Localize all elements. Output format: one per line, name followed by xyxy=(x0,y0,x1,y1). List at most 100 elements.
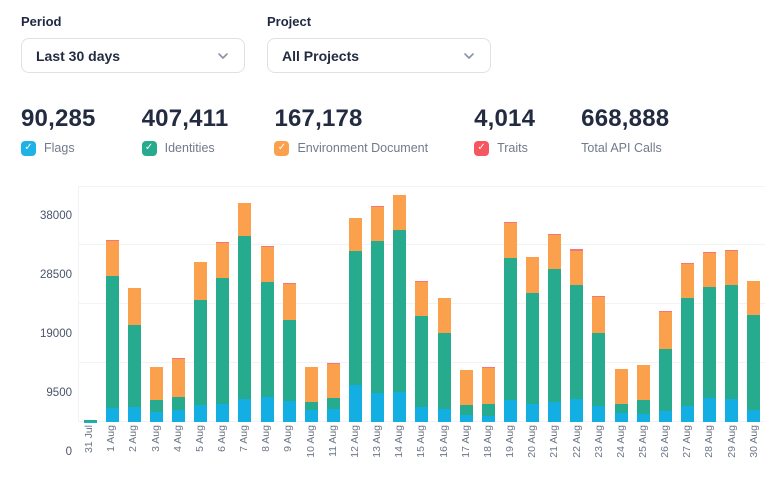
stacked-bar-2-aug[interactable] xyxy=(128,288,141,422)
segment-flags xyxy=(261,397,274,422)
bar-slot xyxy=(79,186,101,422)
y-tick-label: 28500 xyxy=(40,269,72,281)
segment-flags xyxy=(194,405,207,422)
segment-identities xyxy=(327,398,340,409)
stat-environment-document: 167,178 ✓ Environment Document xyxy=(274,105,428,156)
chevron-down-icon xyxy=(462,49,476,63)
stacked-bar-25-aug[interactable] xyxy=(637,365,650,422)
stacked-bar-21-aug[interactable] xyxy=(548,234,561,422)
segment-flags xyxy=(460,415,473,422)
checkbox-checked-icon[interactable]: ✓ xyxy=(274,141,289,156)
bar-slot xyxy=(168,186,190,422)
segment-environment-document xyxy=(482,368,495,405)
stacked-bar-27-aug[interactable] xyxy=(681,263,694,422)
x-tick-label: 14 Aug xyxy=(393,425,405,479)
segment-flags xyxy=(327,409,340,422)
stacked-bar-7-aug[interactable] xyxy=(238,203,251,423)
stacked-bar-28-aug[interactable] xyxy=(703,252,716,422)
x-tick-label: 17 Aug xyxy=(460,425,472,479)
stacked-bar-12-aug[interactable] xyxy=(349,218,362,422)
stacked-bar-3-aug[interactable] xyxy=(150,367,163,422)
segment-flags xyxy=(637,414,650,422)
stacked-bar-13-aug[interactable] xyxy=(371,206,384,422)
x-tick-label: 12 Aug xyxy=(349,425,361,479)
stacked-bar-16-aug[interactable] xyxy=(438,298,451,422)
stacked-bar-24-aug[interactable] xyxy=(615,369,628,422)
bar-slot xyxy=(345,186,367,422)
x-tick-label: 31 Jul xyxy=(83,425,95,479)
project-filter: Project All Projects xyxy=(267,14,491,73)
stacked-bar-5-aug[interactable] xyxy=(194,262,207,422)
x-tick-label: 10 Aug xyxy=(305,425,317,479)
segment-identities xyxy=(659,349,672,411)
segment-flags xyxy=(128,407,141,422)
y-tick-label: 38000 xyxy=(40,210,72,222)
stacked-bar-19-aug[interactable] xyxy=(504,222,517,422)
segment-environment-document xyxy=(150,367,163,400)
stacked-bar-15-aug[interactable] xyxy=(415,281,428,422)
segment-environment-document xyxy=(415,282,428,317)
segment-identities xyxy=(504,258,517,400)
stacked-bar-4-aug[interactable] xyxy=(172,358,185,422)
period-dropdown[interactable]: Last 30 days xyxy=(21,38,245,73)
checkbox-checked-icon[interactable]: ✓ xyxy=(21,141,36,156)
stacked-bar-23-aug[interactable] xyxy=(592,296,605,422)
stat-traits: 4,014✓Traits xyxy=(474,105,535,156)
segment-identities xyxy=(592,333,605,405)
stat-identities: 407,411✓Identities xyxy=(142,105,229,156)
segment-environment-document xyxy=(637,365,650,399)
bar-slot xyxy=(145,186,167,422)
segment-flags xyxy=(570,399,583,422)
stacked-bar-20-aug[interactable] xyxy=(526,257,539,422)
stacked-bar-17-aug[interactable] xyxy=(460,370,473,422)
bar-slot xyxy=(743,186,765,422)
stat-value: 167,178 xyxy=(274,105,428,133)
stacked-bar-30-aug[interactable] xyxy=(747,281,760,422)
x-tick-label: 25 Aug xyxy=(637,425,649,479)
stacked-bar-6-aug[interactable] xyxy=(216,242,229,422)
stacked-bar-11-aug[interactable] xyxy=(327,363,340,422)
stacked-bar-10-aug[interactable] xyxy=(305,367,318,422)
stacked-bar-22-aug[interactable] xyxy=(570,249,583,422)
segment-environment-document xyxy=(305,367,318,402)
stat-value: 90,285 xyxy=(21,105,96,133)
stat-legend: ✓ Environment Document xyxy=(274,140,428,156)
stacked-bar-14-aug[interactable] xyxy=(393,195,406,422)
checkbox-checked-icon[interactable]: ✓ xyxy=(474,141,489,156)
x-tick: 15 Aug xyxy=(410,422,432,480)
filters-row: Period Last 30 days Project All Projects xyxy=(21,14,765,73)
stacked-bar-29-aug[interactable] xyxy=(725,250,738,422)
segment-environment-document xyxy=(703,253,716,287)
bar-slot xyxy=(632,186,654,422)
x-axis: 31 Jul1 Aug2 Aug3 Aug4 Aug5 Aug6 Aug7 Au… xyxy=(78,422,765,480)
bar-slot xyxy=(522,186,544,422)
segment-environment-document xyxy=(172,359,185,397)
stacked-bar-8-aug[interactable] xyxy=(261,246,274,422)
segment-environment-document xyxy=(615,369,628,404)
x-tick-label: 26 Aug xyxy=(659,425,671,479)
stat-legend: ✓Identities xyxy=(142,140,229,156)
y-axis: 09500190002850038000 xyxy=(21,186,78,480)
bar-slot xyxy=(699,186,721,422)
stacked-bar-18-aug[interactable] xyxy=(482,367,495,422)
x-tick-label: 1 Aug xyxy=(105,425,117,479)
x-tick-label: 9 Aug xyxy=(282,425,294,479)
plot-area xyxy=(78,186,765,422)
segment-environment-document xyxy=(659,312,672,349)
checkbox-checked-icon[interactable]: ✓ xyxy=(142,141,157,156)
x-tick: 2 Aug xyxy=(122,422,144,480)
segment-identities xyxy=(106,276,119,408)
stacked-bar-1-aug[interactable] xyxy=(106,240,119,422)
stacked-bar-9-aug[interactable] xyxy=(283,283,296,422)
segment-flags xyxy=(305,410,318,422)
bar-slot xyxy=(566,186,588,422)
segment-flags xyxy=(703,398,716,422)
x-tick-label: 30 Aug xyxy=(748,425,760,479)
stacked-bar-26-aug[interactable] xyxy=(659,311,672,422)
project-dropdown-value: All Projects xyxy=(282,48,359,64)
y-tick-label: 9500 xyxy=(46,387,72,399)
project-dropdown[interactable]: All Projects xyxy=(267,38,491,73)
segment-identities xyxy=(128,325,141,408)
stat-label: Environment Document xyxy=(297,141,428,155)
segment-identities xyxy=(393,230,406,392)
